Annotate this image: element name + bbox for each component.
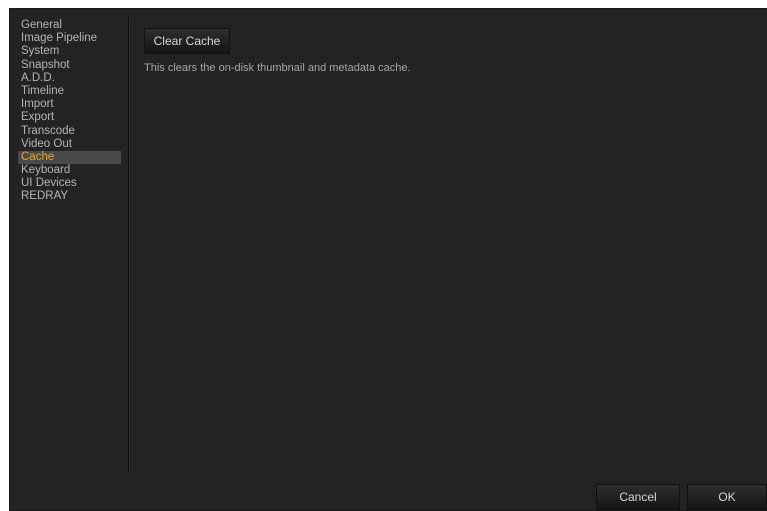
sidebar-item-import[interactable]: Import [18,98,121,111]
sidebar-item-snapshot[interactable]: Snapshot [18,59,121,72]
sidebar-item-keyboard[interactable]: Keyboard [18,164,121,177]
sidebar-item-export[interactable]: Export [18,111,121,124]
sidebar-item-ui-devices[interactable]: UI Devices [18,177,121,190]
cancel-button[interactable]: Cancel [596,484,680,510]
preferences-category-list: General Image Pipeline System Snapshot A… [18,19,121,204]
sidebar-item-video-out[interactable]: Video Out [18,138,121,151]
sidebar-item-cache[interactable]: Cache [18,150,121,165]
ok-button[interactable]: OK [687,484,767,510]
cache-description: This clears the on-disk thumbnail and me… [144,62,411,74]
sidebar-item-image-pipeline[interactable]: Image Pipeline [18,32,121,45]
sidebar-item-add[interactable]: A.D.D. [18,72,121,85]
sidebar-item-redray[interactable]: REDRAY [18,190,121,203]
preferences-window: General Image Pipeline System Snapshot A… [9,8,767,511]
sidebar-item-transcode[interactable]: Transcode [18,125,121,138]
sidebar-item-general[interactable]: General [18,19,121,32]
clear-cache-button[interactable]: Clear Cache [144,28,230,54]
sidebar-item-system[interactable]: System [18,45,121,58]
preferences-sidebar: General Image Pipeline System Snapshot A… [10,17,129,473]
sidebar-item-timeline[interactable]: Timeline [18,85,121,98]
